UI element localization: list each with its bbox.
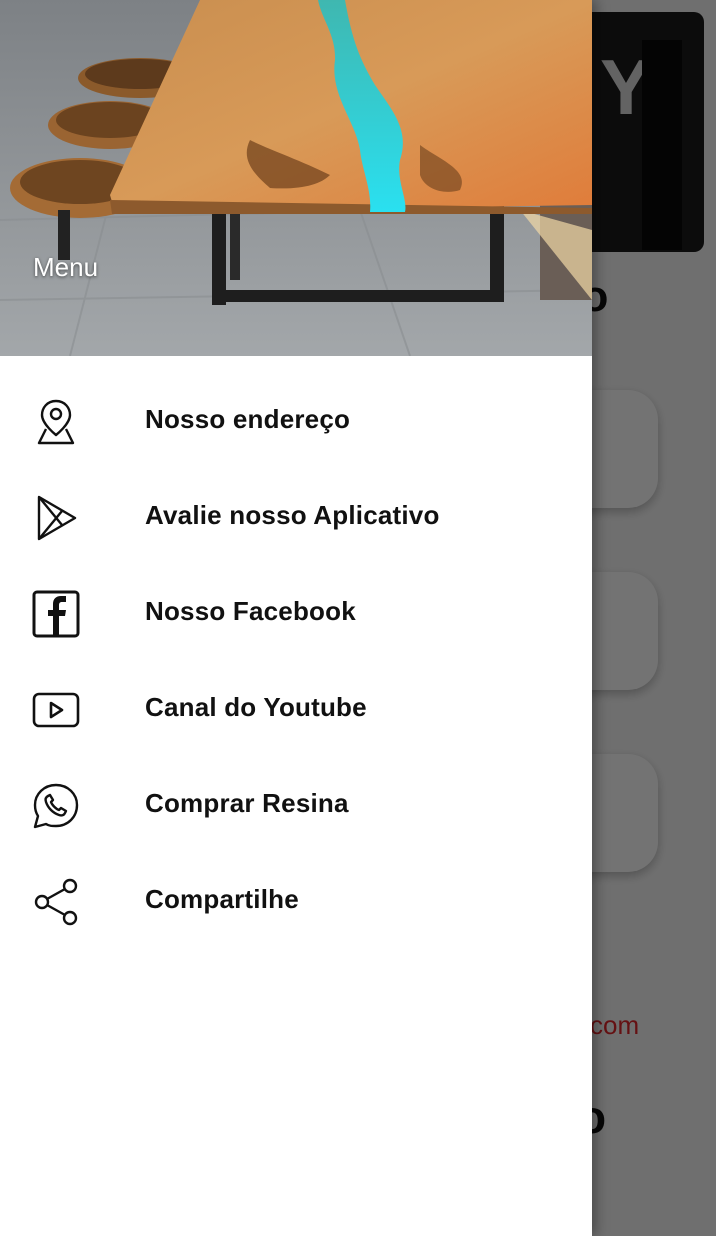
menu-label-address: Nosso endereço bbox=[145, 404, 351, 434]
menu-item-buy-resin[interactable]: Comprar Resina bbox=[0, 757, 592, 853]
youtube-icon bbox=[28, 685, 84, 735]
drawer-title: Menu bbox=[33, 252, 99, 282]
menu-label-buy-resin: Comprar Resina bbox=[145, 788, 349, 818]
menu-label-youtube: Canal do Youtube bbox=[145, 692, 367, 722]
menu-label-rate-app: Avalie nosso Aplicativo bbox=[145, 500, 440, 530]
menu-item-facebook[interactable]: Nosso Facebook bbox=[0, 565, 592, 661]
whatsapp-icon bbox=[28, 781, 84, 831]
navigation-drawer: Menu Nosso endereço Avalie nosso Aplicat… bbox=[0, 0, 592, 1236]
drawer-header: Menu bbox=[0, 0, 592, 356]
app-screen: Y nto com o bbox=[0, 0, 716, 1236]
menu-item-rate-app[interactable]: Avalie nosso Aplicativo bbox=[0, 469, 592, 565]
header-image bbox=[0, 0, 592, 356]
facebook-icon bbox=[28, 589, 84, 639]
menu-item-address[interactable]: Nosso endereço bbox=[0, 373, 592, 469]
menu-item-youtube[interactable]: Canal do Youtube bbox=[0, 661, 592, 757]
menu-label-facebook: Nosso Facebook bbox=[145, 596, 356, 626]
play-store-icon bbox=[28, 493, 84, 543]
menu-item-share[interactable]: Compartilhe bbox=[0, 853, 592, 949]
map-pin-icon bbox=[28, 397, 84, 447]
menu-label-share: Compartilhe bbox=[145, 884, 299, 914]
share-icon bbox=[28, 877, 84, 927]
drawer-menu: Nosso endereço Avalie nosso Aplicativo N… bbox=[0, 373, 592, 949]
